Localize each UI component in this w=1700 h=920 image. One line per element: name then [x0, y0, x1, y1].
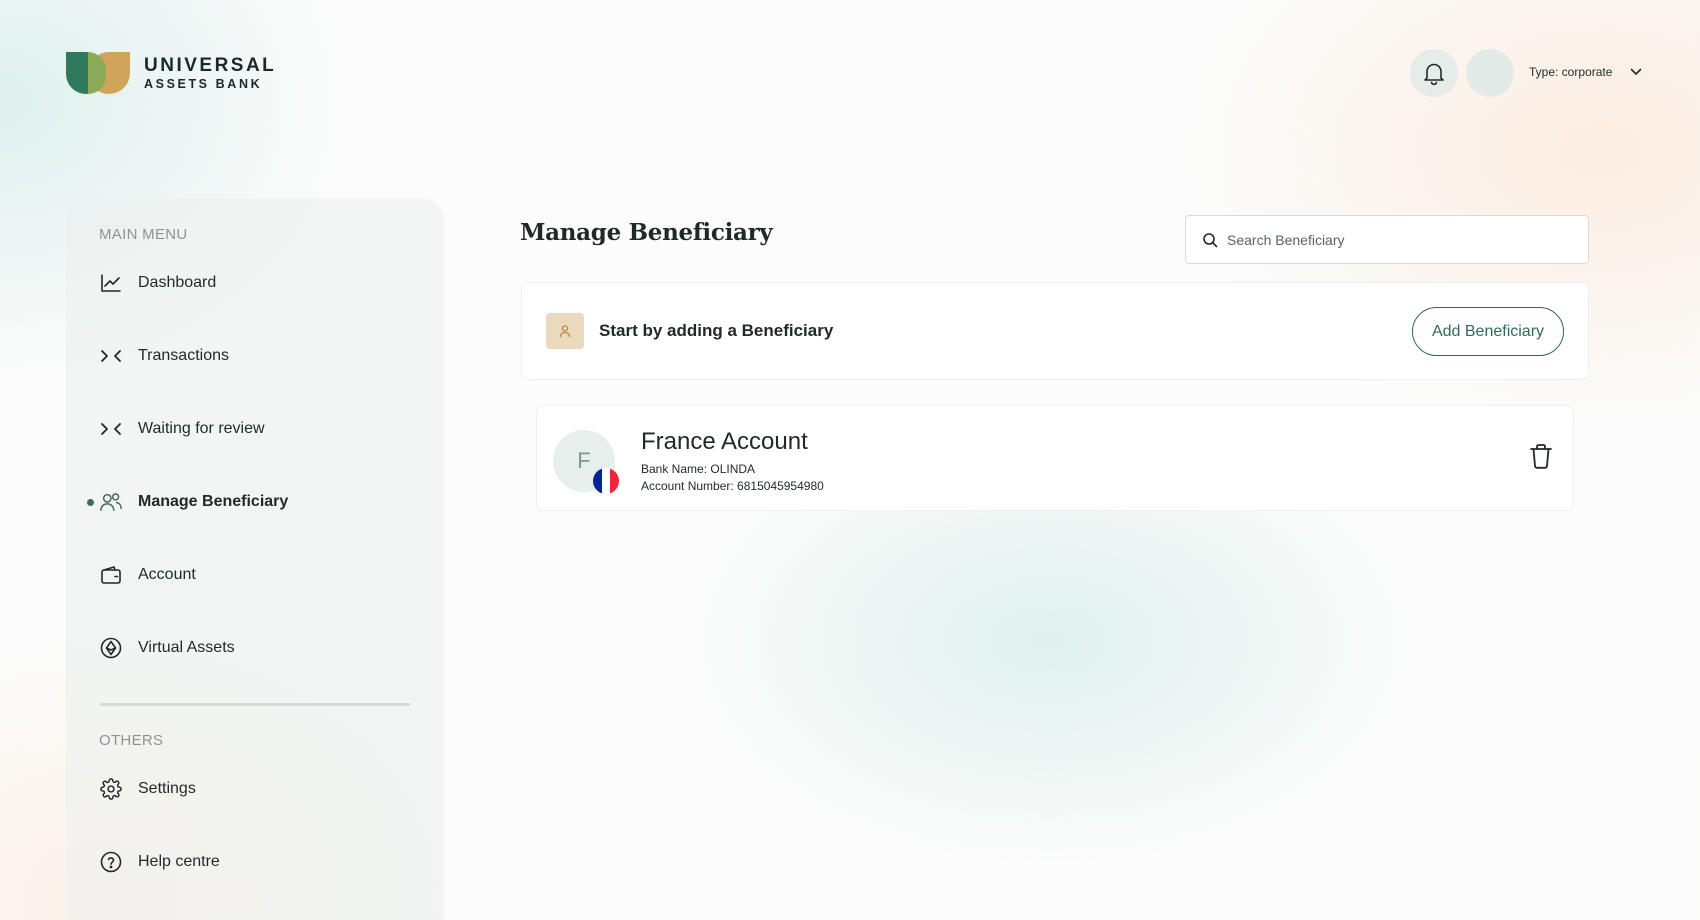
search-icon: [1203, 232, 1218, 247]
sidebar-item-dashboard[interactable]: Dashboard: [99, 268, 216, 298]
sidebar-item-label: Manage Beneficiary: [138, 493, 289, 510]
others-label: OTHERS: [99, 732, 164, 749]
sidebar-item-virtual-assets[interactable]: Virtual Assets: [99, 633, 235, 663]
bell-icon: [1424, 63, 1444, 85]
arrows-icon: [99, 344, 123, 368]
logo-line-1: UNIVERSAL: [144, 54, 277, 76]
sidebar-item-label: Dashboard: [138, 274, 217, 291]
sidebar-item-waiting-for-review[interactable]: Waiting for review: [99, 414, 265, 444]
main-menu-label: MAIN MENU: [99, 226, 188, 243]
search-box[interactable]: [1185, 215, 1589, 264]
add-beneficiary-button[interactable]: Add Beneficiary: [1412, 307, 1564, 356]
user-avatar[interactable]: [1466, 49, 1514, 97]
search-input[interactable]: [1227, 231, 1567, 248]
add-beneficiary-message: Start by adding a Beneficiary: [599, 321, 834, 340]
page-title: Manage Beneficiary: [520, 219, 773, 246]
sidebar-item-label: Settings: [138, 780, 196, 797]
sidebar-divider: [100, 703, 410, 706]
add-beneficiary-card: Start by adding a Beneficiary Add Benefi…: [521, 282, 1589, 380]
help-icon: [99, 850, 123, 874]
person-icon: [559, 325, 571, 338]
sidebar-item-label: Help centre: [138, 853, 220, 870]
beneficiary-name: France Account: [641, 428, 808, 455]
logo-text: UNIVERSAL ASSETS BANK: [144, 56, 276, 91]
chevron-down-icon: [1631, 68, 1642, 75]
wallet-icon: [99, 563, 123, 587]
person-badge: [546, 313, 584, 349]
sidebar-item-manage-beneficiary[interactable]: Manage Beneficiary: [87, 487, 289, 517]
gear-icon: [99, 777, 123, 801]
sidebar-item-label: Waiting for review: [138, 420, 265, 437]
chart-line-icon: [99, 271, 123, 295]
account-type-dropdown[interactable]: Type: corporate: [1529, 65, 1642, 79]
beneficiary-account-number: Account Number: 6815045954980: [641, 479, 824, 493]
sidebar-item-label: Virtual Assets: [138, 639, 235, 656]
trash-icon[interactable]: [1528, 442, 1554, 470]
sidebar-item-help-centre[interactable]: Help centre: [99, 847, 220, 877]
beneficiary-bank: Bank Name: OLINDA: [641, 462, 756, 476]
notifications-button[interactable]: [1410, 49, 1458, 97]
sidebar-item-label: Account: [138, 566, 196, 583]
sidebar-item-settings[interactable]: Settings: [99, 774, 196, 804]
sidebar: MAIN MENU Dashboard Transactions Waiting…: [66, 198, 444, 920]
sidebar-item-transactions[interactable]: Transactions: [99, 341, 229, 371]
bank-logo[interactable]: UNIVERSAL ASSETS BANK: [66, 52, 276, 94]
sidebar-item-account[interactable]: Account: [99, 560, 196, 590]
active-indicator: [87, 499, 94, 506]
france-flag-icon: [593, 468, 619, 494]
logo-line-2: ASSETS BANK: [144, 76, 263, 91]
account-type-label: Type: corporate: [1529, 65, 1613, 79]
sidebar-item-label: Transactions: [138, 347, 229, 364]
users-icon: [99, 490, 123, 514]
beneficiary-card[interactable]: F France Account Bank Name: OLINDA Accou…: [536, 405, 1574, 511]
crypto-icon: [99, 636, 123, 660]
arrows-icon: [99, 417, 123, 441]
beneficiary-initial: F: [577, 448, 591, 473]
logo-mark-icon: [66, 52, 130, 94]
